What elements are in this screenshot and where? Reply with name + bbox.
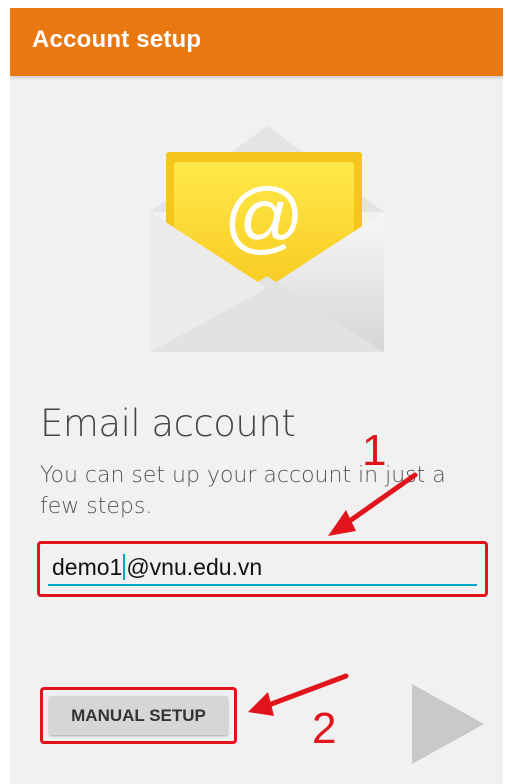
annotation-arrows (248, 472, 418, 716)
annotation-step-1: 1 (362, 426, 387, 475)
app-screen: Account setup @ Email account You can se… (10, 8, 503, 784)
annotation-step-2: 2 (312, 704, 337, 753)
